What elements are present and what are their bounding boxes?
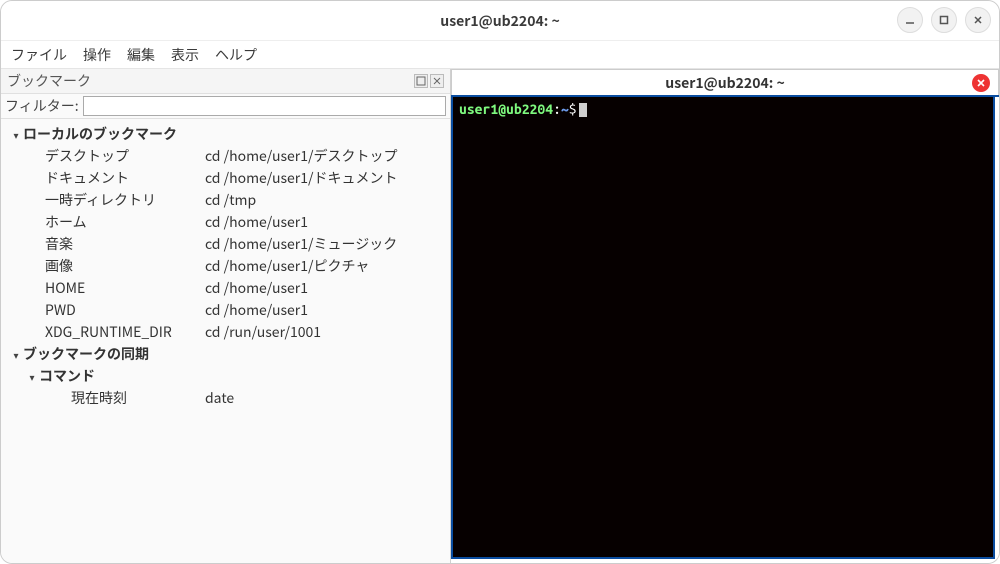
bookmark-item[interactable]: デスクトップ cd /home/user1/デスクトップ (1, 145, 450, 167)
bookmark-name: 現在時刻 (71, 388, 205, 408)
terminal-panel: user1@ub2204: ~ user1@ub2204:~$ (451, 69, 999, 563)
menu-file[interactable]: ファイル (11, 45, 67, 65)
tree-group-local[interactable]: ▾ ローカルのブックマーク (1, 123, 450, 145)
terminal-view[interactable]: user1@ub2204:~$ (451, 97, 995, 559)
prompt-colon: : (553, 101, 561, 117)
bookmark-item[interactable]: 一時ディレクトリ cd /tmp (1, 189, 450, 211)
tree-group-label: ブックマークの同期 (23, 344, 149, 364)
tab-close-button[interactable] (972, 74, 990, 92)
menu-edit[interactable]: 編集 (127, 45, 155, 65)
menu-view[interactable]: 表示 (171, 45, 199, 65)
menubar: ファイル 操作 編集 表示 ヘルプ (1, 41, 999, 69)
tree-group-label: ローカルのブックマーク (23, 124, 177, 144)
close-icon (432, 76, 442, 86)
titlebar: user1@ub2204: ~ (1, 1, 999, 41)
bookmark-command: cd /home/user1/ピクチャ (205, 256, 450, 276)
bookmark-name: PWD (45, 300, 205, 320)
bookmark-command: cd /home/user1 (205, 300, 450, 320)
bookmark-item[interactable]: ホーム cd /home/user1 (1, 211, 450, 233)
tree-group-sync[interactable]: ▾ ブックマークの同期 (1, 343, 450, 365)
terminal-cursor (579, 103, 587, 117)
tree-subgroup-label: コマンド (39, 366, 95, 386)
bookmark-item[interactable]: PWD cd /home/user1 (1, 299, 450, 321)
filter-label: フィルター: (5, 96, 83, 116)
bookmark-item[interactable]: 画像 cd /home/user1/ピクチャ (1, 255, 450, 277)
bookmark-name: 画像 (45, 256, 205, 276)
bookmark-name: ホーム (45, 212, 205, 232)
chevron-down-icon: ▾ (9, 347, 23, 362)
bookmarks-panel: ブックマーク フィルター: ▾ ローカルのブックマーク (1, 69, 451, 563)
bookmark-item[interactable]: 現在時刻 date (1, 387, 450, 409)
minimize-icon (904, 14, 916, 26)
bookmark-command: cd /home/user1 (205, 278, 450, 298)
panel-undock-button[interactable] (414, 74, 428, 88)
bookmark-command: cd /tmp (205, 190, 450, 210)
window-controls (897, 7, 991, 33)
prompt-path: ~ (561, 101, 569, 117)
window-title: user1@ub2204: ~ (440, 11, 559, 31)
bookmark-item[interactable]: XDG_RUNTIME_DIR cd /run/user/1001 (1, 321, 450, 343)
minimize-button[interactable] (897, 7, 923, 33)
prompt-user: user1@ub2204 (459, 101, 553, 117)
chevron-down-icon: ▾ (9, 127, 23, 142)
bookmark-name: 一時ディレクトリ (45, 190, 205, 210)
maximize-button[interactable] (931, 7, 957, 33)
menu-actions[interactable]: 操作 (83, 45, 111, 65)
undock-icon (416, 76, 426, 86)
filter-input[interactable] (83, 96, 446, 116)
filter-row: フィルター: (1, 94, 450, 119)
prompt-dollar: $ (569, 101, 577, 117)
maximize-icon (938, 14, 950, 26)
panel-close-button[interactable] (430, 74, 444, 88)
main-body: ブックマーク フィルター: ▾ ローカルのブックマーク (1, 69, 999, 563)
bookmark-command: cd /home/user1/ミュージック (205, 234, 450, 254)
bookmark-name: XDG_RUNTIME_DIR (45, 322, 205, 342)
bookmark-command: date (205, 388, 450, 408)
bookmarks-panel-title: ブックマーク (7, 71, 91, 91)
bookmark-command: cd /home/user1/ドキュメント (205, 168, 450, 188)
close-icon (976, 78, 986, 88)
bookmark-name: デスクトップ (45, 146, 205, 166)
bookmark-name: HOME (45, 278, 205, 298)
bookmark-tree: ▾ ローカルのブックマーク デスクトップ cd /home/user1/デスクト… (1, 119, 450, 563)
bookmark-command: cd /home/user1 (205, 212, 450, 232)
chevron-down-icon: ▾ (25, 369, 39, 384)
bookmark-item[interactable]: ドキュメント cd /home/user1/ドキュメント (1, 167, 450, 189)
bookmarks-panel-header: ブックマーク (1, 69, 450, 94)
close-button[interactable] (965, 7, 991, 33)
terminal-tab-title: user1@ub2204: ~ (665, 73, 784, 93)
bookmark-name: ドキュメント (45, 168, 205, 188)
app-window: user1@ub2204: ~ ファイル 操作 編集 表示 ヘルプ ブックマーク (0, 0, 1000, 564)
bookmark-command: cd /run/user/1001 (205, 322, 450, 342)
bookmark-item[interactable]: HOME cd /home/user1 (1, 277, 450, 299)
menu-help[interactable]: ヘルプ (215, 45, 257, 65)
tree-subgroup-command[interactable]: ▾ コマンド (1, 365, 450, 387)
bookmark-command: cd /home/user1/デスクトップ (205, 146, 450, 166)
bookmark-item[interactable]: 音楽 cd /home/user1/ミュージック (1, 233, 450, 255)
terminal-tab-strip: user1@ub2204: ~ (451, 69, 999, 97)
close-icon (972, 14, 984, 26)
bookmark-name: 音楽 (45, 234, 205, 254)
terminal-tab[interactable]: user1@ub2204: ~ (451, 69, 999, 95)
